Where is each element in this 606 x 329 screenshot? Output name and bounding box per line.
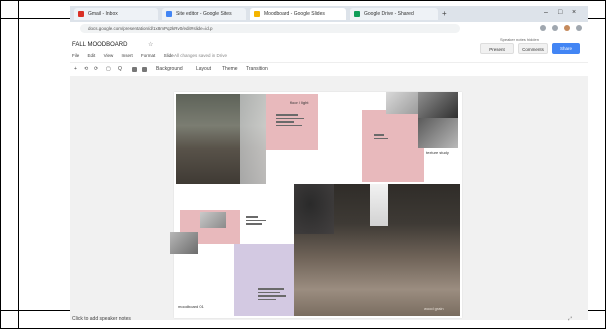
tab-label: Moodboard - Google Slides	[264, 11, 325, 17]
menu-insert[interactable]: Insert	[122, 53, 133, 58]
layout-button[interactable]: Layout	[196, 66, 211, 72]
menu-file[interactable]: File	[72, 53, 79, 58]
photo-detail-5[interactable]	[170, 232, 198, 254]
menu-view[interactable]: View	[104, 53, 114, 58]
tab-label: Google Drive - Shared	[364, 11, 414, 17]
transition-button[interactable]: Transition	[246, 66, 268, 72]
menu-format[interactable]: Format	[141, 53, 155, 58]
menu-slide[interactable]: Slide	[164, 53, 174, 58]
gmail-icon	[78, 11, 84, 17]
photo-doorway-light	[370, 184, 388, 226]
share-button[interactable]: Share	[552, 43, 580, 54]
extension-icon[interactable]	[552, 25, 558, 31]
maximize-button[interactable]: □	[558, 9, 562, 16]
photo-detail-3[interactable]	[418, 118, 458, 148]
slide-canvas[interactable]: floor / light texture study moodboard 01	[170, 92, 462, 318]
notes-link[interactable]: Speaker notes hidden	[500, 37, 539, 42]
address-bar-row: docs.google.com/presentation/d/1x8mPq2kR…	[70, 22, 588, 37]
photo-detail-1[interactable]	[386, 92, 418, 114]
profile-avatar-icon[interactable]	[564, 25, 570, 31]
new-slide-button[interactable]: +	[74, 66, 77, 72]
browser-window: Gmail - Inbox Site editor - Google Sites…	[70, 6, 588, 320]
address-bar[interactable]: docs.google.com/presentation/d/1x8mPq2kR…	[80, 24, 460, 33]
tab-strip: Gmail - Inbox Site editor - Google Sites…	[70, 6, 588, 22]
slides-icon	[254, 11, 260, 17]
note-text-lines	[246, 216, 268, 227]
photo-detail-4[interactable]	[200, 212, 226, 228]
drive-icon	[354, 11, 360, 17]
note-text-lines	[374, 134, 394, 141]
background-button[interactable]: Background	[156, 66, 183, 72]
expand-icon[interactable]: ⤢	[568, 316, 572, 322]
browser-tab-3-active[interactable]: Moodboard - Google Slides	[250, 8, 346, 20]
left-divider	[18, 0, 19, 329]
speaker-notes-hint[interactable]: Click to add speaker notes	[72, 316, 131, 322]
sites-icon	[166, 11, 172, 17]
photo-window-light	[240, 94, 266, 184]
minimize-button[interactable]: –	[544, 9, 548, 16]
note-text-lines	[276, 114, 306, 128]
document-title[interactable]: FALL MOODBOARD	[72, 42, 127, 48]
close-window-button[interactable]: ×	[572, 9, 576, 16]
present-button[interactable]: Present	[480, 43, 514, 54]
tab-label: Site editor - Google Sites	[176, 11, 232, 17]
menu-bar: File Edit View Insert Format Slide	[72, 53, 181, 58]
comments-button[interactable]: Comments	[518, 43, 548, 54]
select-icon[interactable]: ▢	[106, 66, 111, 72]
browser-tab-1[interactable]: Gmail - Inbox	[74, 8, 158, 20]
extension-icon[interactable]	[540, 25, 546, 31]
menu-kebab-icon[interactable]	[576, 25, 582, 31]
slide-canvas-area: floor / light texture study moodboard 01	[70, 76, 588, 320]
zoom-icon[interactable]: Q	[118, 66, 122, 72]
tab-label: Gmail - Inbox	[88, 11, 118, 17]
note-caption: floor / light	[290, 100, 309, 105]
pink-panel-right[interactable]	[362, 110, 424, 182]
slides-header: FALL MOODBOARD ☆ File Edit View Insert F…	[70, 36, 588, 62]
save-status[interactable]: All changes saved in Drive	[174, 53, 227, 58]
browser-tab-2[interactable]: Site editor - Google Sites	[162, 8, 246, 20]
photo-foreground-object	[294, 184, 334, 234]
star-icon[interactable]: ☆	[148, 41, 153, 48]
texture-caption: texture study	[426, 150, 449, 155]
moodboard-caption: moodboard 01	[178, 304, 204, 309]
wood-caption: wood grain	[424, 306, 444, 311]
browser-tab-4[interactable]: Google Drive - Shared	[350, 8, 438, 20]
textbox-icon[interactable]	[132, 67, 137, 72]
undo-icon[interactable]: ⟲	[84, 66, 88, 72]
lavender-panel[interactable]	[234, 244, 294, 316]
photo-detail-2[interactable]	[418, 92, 458, 118]
redo-icon[interactable]: ⟳	[94, 66, 98, 72]
image-icon[interactable]	[142, 67, 147, 72]
theme-button[interactable]: Theme	[222, 66, 238, 72]
new-tab-button[interactable]: +	[442, 9, 447, 18]
menu-edit[interactable]: Edit	[88, 53, 96, 58]
note-text-lines	[258, 288, 286, 302]
